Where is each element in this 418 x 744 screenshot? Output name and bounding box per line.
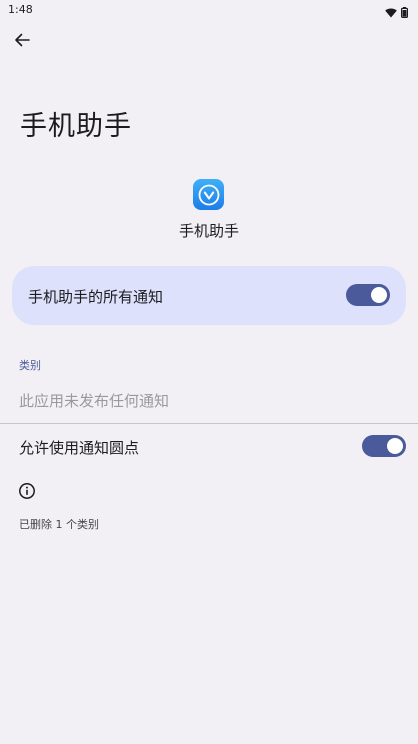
page-title: 手机助手 — [20, 111, 132, 142]
arrow-back-icon — [14, 32, 30, 52]
notification-dot-row[interactable]: 允许使用通知圆点 — [0, 424, 418, 470]
notification-dot-label: 允许使用通知圆点 — [19, 439, 140, 457]
status-icons — [385, 3, 409, 22]
no-notifications-text: 此应用未发布任何通知 — [19, 392, 170, 410]
back-button[interactable] — [8, 28, 36, 56]
all-notifications-switch[interactable] — [346, 284, 390, 306]
all-notifications-card[interactable]: 手机助手的所有通知 — [12, 266, 406, 325]
status-bar: 1:48 — [0, 0, 418, 20]
app-name: 手机助手 — [178, 222, 239, 240]
battery-icon — [401, 3, 409, 22]
categories-header: 类别 — [19, 359, 41, 372]
switch-knob — [371, 287, 387, 303]
status-time: 1:48 — [8, 3, 33, 16]
info-icon — [18, 482, 36, 500]
all-notifications-label: 手机助手的所有通知 — [28, 288, 164, 306]
switch-knob — [387, 438, 403, 454]
wifi-icon — [385, 3, 397, 22]
deleted-categories-text: 已删除 1 个类别 — [19, 518, 99, 531]
app-logo-icon — [193, 179, 224, 210]
notification-dot-switch[interactable] — [362, 435, 406, 457]
